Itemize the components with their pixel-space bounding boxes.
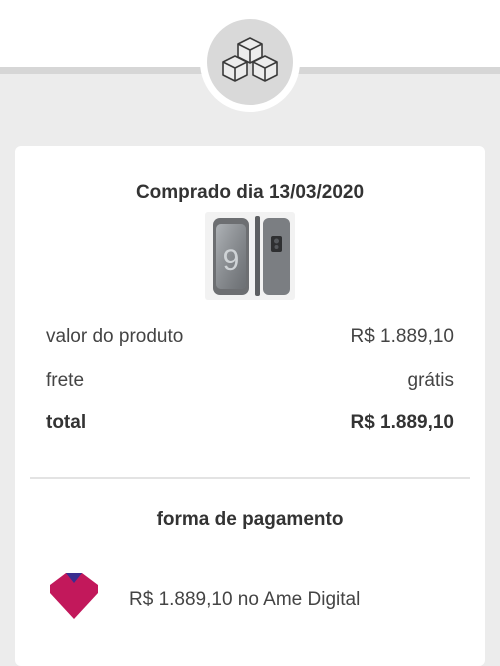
svg-text:9: 9: [223, 244, 240, 277]
shipping-label: frete: [46, 370, 85, 391]
total-label: total: [46, 412, 87, 433]
section-divider: [30, 477, 470, 479]
ame-digital-logo: [50, 573, 98, 619]
order-card: Comprado dia 13/03/2020 9 valor do produ…: [15, 146, 485, 666]
shipping-value: grátis: [407, 370, 454, 391]
total-row: total R$ 1.889,10: [46, 412, 454, 434]
payment-method-title: forma de pagamento: [156, 509, 344, 530]
payment-description: R$ 1.889,10 no Ame Digital: [129, 589, 361, 610]
order-status-badge: [200, 12, 300, 112]
boxes-icon: [222, 37, 278, 82]
product-value-row: valor do produto R$ 1.889,10: [46, 326, 454, 348]
smartphone-image: 9: [213, 216, 290, 296]
badge-circle: [207, 19, 293, 105]
shipping-row: frete grátis: [46, 370, 454, 392]
purchase-date: Comprado dia 13/03/2020: [135, 182, 365, 203]
product-value-amount: R$ 1.889,10: [350, 326, 454, 347]
total-amount: R$ 1.889,10: [350, 412, 454, 433]
product-image[interactable]: 9: [205, 212, 295, 300]
product-value-label: valor do produto: [46, 326, 184, 347]
